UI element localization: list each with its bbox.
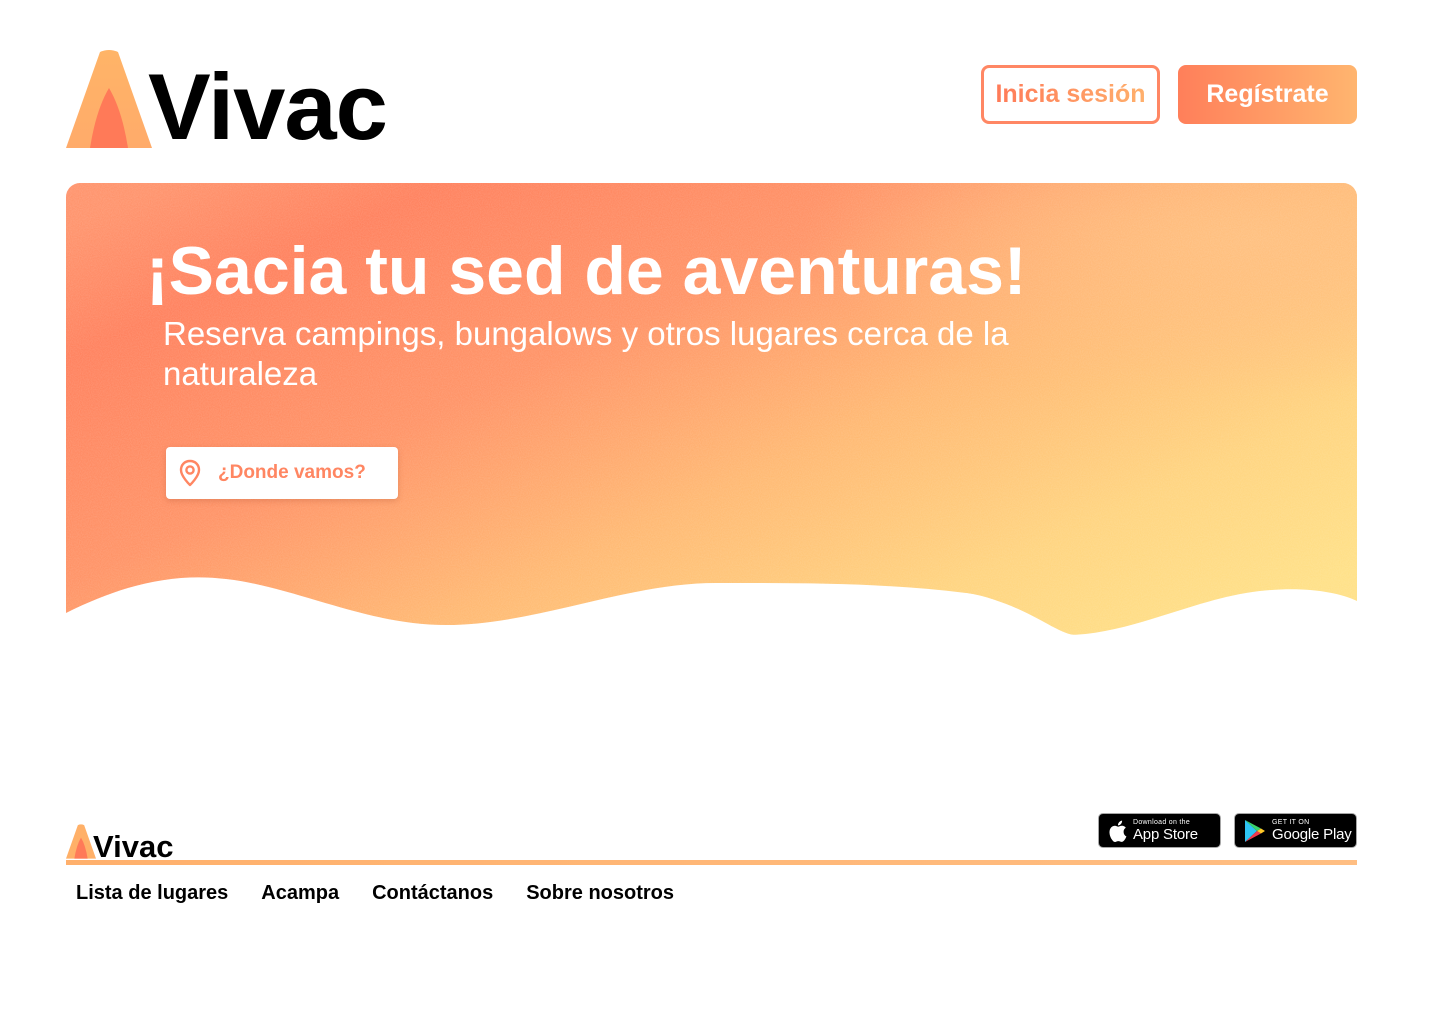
login-button-label: Inicia sesión: [995, 80, 1146, 108]
google-play-big-text: Google Play: [1272, 826, 1352, 843]
tent-icon: [66, 824, 96, 859]
google-play-badge[interactable]: GET IT ON Google Play: [1234, 813, 1357, 848]
app-store-text: Download on the App Store: [1133, 819, 1198, 842]
footer-logo-wordmark: Vivac: [93, 829, 174, 864]
app-store-big-text: App Store: [1133, 826, 1198, 843]
footer-divider: [66, 860, 1357, 865]
location-pin-icon: [179, 459, 201, 487]
register-button[interactable]: Regístrate: [1178, 65, 1357, 124]
search-placeholder: ¿Donde vamos?: [218, 462, 366, 483]
destination-search-input[interactable]: ¿Donde vamos?: [166, 447, 398, 499]
hero-title: ¡Sacia tu sed de aventuras!: [146, 233, 1027, 309]
logo-wordmark: Vivac: [148, 54, 388, 159]
hero-subtitle: Reserva campings, bungalows y otros luga…: [163, 315, 1009, 392]
footer-link-sobre-nosotros[interactable]: Sobre nosotros: [526, 882, 674, 905]
footer-nav: Lista de lugares Acampa Contáctanos Sobr…: [76, 882, 674, 905]
play-triangle-icon: [1245, 819, 1265, 842]
apple-icon: [1109, 820, 1127, 842]
app-store-small-text: Download on the: [1133, 819, 1191, 826]
footer-logo[interactable]: Vivac: [66, 821, 174, 864]
tent-icon: [66, 50, 152, 148]
hero-banner: ¡Sacia tu sed de aventuras! Reserva camp…: [66, 183, 1357, 635]
footer-link-acampa[interactable]: Acampa: [261, 882, 339, 905]
google-play-text: GET IT ON Google Play: [1272, 819, 1352, 842]
login-button[interactable]: Inicia sesión: [981, 65, 1160, 124]
footer-link-contactanos[interactable]: Contáctanos: [372, 882, 493, 905]
google-play-small-text: GET IT ON: [1272, 819, 1310, 826]
header-logo[interactable]: Vivac: [66, 44, 388, 154]
app-store-badge[interactable]: Download on the App Store: [1098, 813, 1221, 848]
footer-link-lista-de-lugares[interactable]: Lista de lugares: [76, 882, 228, 905]
